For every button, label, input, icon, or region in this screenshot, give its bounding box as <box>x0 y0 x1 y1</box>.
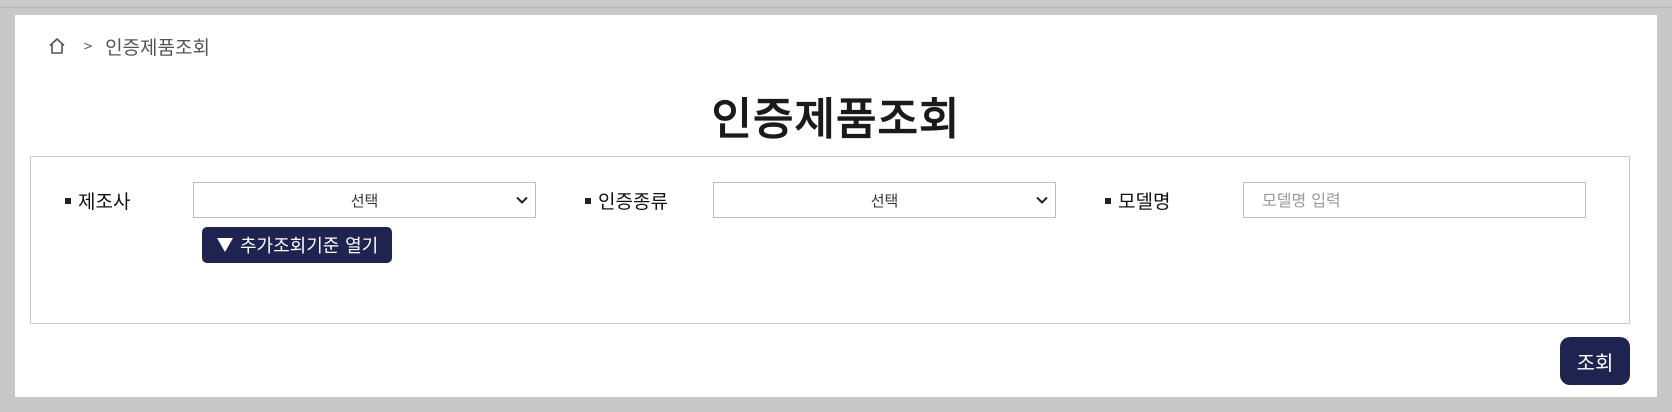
model-name-label: 모델명 <box>1105 187 1170 214</box>
cert-type-select[interactable]: 선택 <box>713 182 1056 218</box>
bullet-icon <box>1105 197 1111 204</box>
manufacturer-select-value: 선택 <box>350 191 379 210</box>
manufacturer-select[interactable]: 선택 <box>193 182 536 218</box>
bullet-icon <box>65 197 71 204</box>
cert-type-label: 인증종류 <box>585 187 668 214</box>
cert-type-select-value: 선택 <box>870 191 899 210</box>
breadcrumb-current[interactable]: 인증제품조회 <box>105 33 210 60</box>
breadcrumb: > 인증제품조회 <box>47 33 210 59</box>
top-divider <box>0 7 1672 8</box>
chevron-down-icon <box>516 196 528 204</box>
manufacturer-label: 제조사 <box>65 187 130 214</box>
search-button[interactable]: 조회 <box>1560 337 1630 385</box>
breadcrumb-separator: > <box>83 39 94 53</box>
page-title: 인증제품조회 <box>711 94 961 145</box>
chevron-down-icon <box>1036 196 1048 204</box>
triangle-down-icon <box>217 238 233 252</box>
bullet-icon <box>585 197 591 204</box>
search-filter-panel: 제조사 선택 인증종류 선택 모델명 모델명 입력 추가조회기준 열기 <box>30 156 1630 324</box>
model-name-label-text: 모델명 <box>1118 191 1171 213</box>
manufacturer-label-text: 제조사 <box>78 191 131 213</box>
home-icon[interactable] <box>47 36 67 56</box>
more-criteria-button[interactable]: 추가조회기준 열기 <box>202 227 393 263</box>
cert-type-label-text: 인증종류 <box>598 191 668 213</box>
model-name-input[interactable] <box>1243 182 1586 218</box>
more-criteria-label: 추가조회기준 열기 <box>240 236 379 257</box>
page-container: > 인증제품조회 인증제품조회 제조사 선택 인증종류 선택 모델명 모델명 입… <box>15 15 1657 397</box>
